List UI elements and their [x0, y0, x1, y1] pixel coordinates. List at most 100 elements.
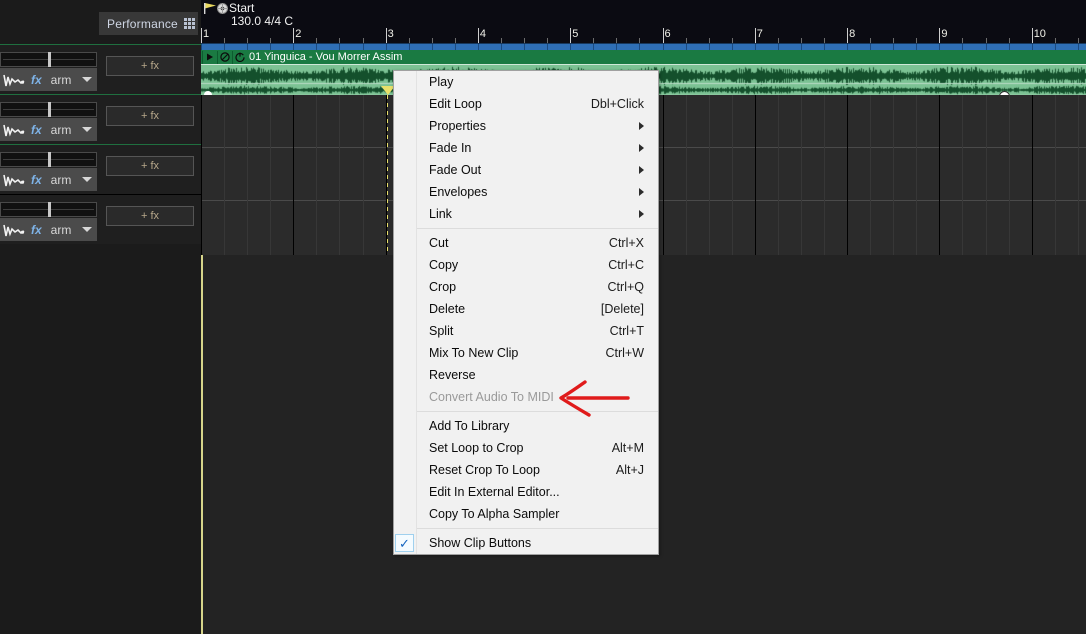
menu-item-shortcut: Ctrl+Q	[607, 280, 644, 294]
menu-item[interactable]: Cut Ctrl+X	[394, 232, 658, 254]
menu-item-shortcut: [Delete]	[600, 302, 644, 316]
add-fx-button[interactable]: + fx	[106, 156, 194, 176]
track-pan-slider[interactable]	[0, 52, 97, 67]
transport-meta[interactable]: 130.0 4/4 C	[231, 14, 293, 28]
menu-item[interactable]: Play	[394, 71, 658, 93]
menu-item[interactable]: Copy Ctrl+C	[394, 254, 658, 276]
menu-item-label: Fade In	[429, 141, 472, 155]
ruler-bar-number: 9	[941, 28, 948, 40]
grid-beat-line	[893, 95, 895, 255]
grid-icon	[183, 18, 195, 29]
clip-play-button[interactable]	[202, 50, 216, 64]
chevron-down-icon[interactable]	[82, 227, 93, 232]
timeline-ruler[interactable]: 1 2 3 4 5 6 7 8 9 10	[201, 28, 1086, 50]
menu-item-label: Cut	[429, 236, 449, 250]
menu-item[interactable]: Delete [Delete]	[394, 298, 658, 320]
chevron-down-icon[interactable]	[82, 77, 93, 82]
menu-item[interactable]: Reset Crop To Loop Alt+J	[394, 459, 658, 481]
gear-icon[interactable]	[217, 3, 228, 14]
menu-item-label: Link	[429, 207, 452, 221]
chevron-right-icon	[639, 210, 644, 218]
grid-beat-line	[339, 95, 341, 255]
menu-item[interactable]: Envelopes	[394, 181, 658, 203]
add-fx-label: + fx	[140, 210, 160, 222]
track-fx-label[interactable]: fx	[31, 223, 42, 237]
menu-item-shortcut: Ctrl+X	[608, 236, 644, 250]
menu-item[interactable]: Crop Ctrl+Q	[394, 276, 658, 298]
track-row[interactable]: fx arm + fx	[0, 194, 201, 244]
track-arm-button[interactable]: arm	[51, 173, 72, 187]
menu-item-label: Split	[429, 324, 454, 338]
chevron-down-icon[interactable]	[82, 127, 93, 132]
track-fx-label[interactable]: fx	[31, 123, 42, 137]
menu-item[interactable]: Edit In External Editor...	[394, 481, 658, 503]
track-row[interactable]: fx arm + fx	[0, 44, 201, 94]
track-controls: fx arm	[0, 218, 97, 241]
menu-item[interactable]: Fade Out	[394, 159, 658, 181]
tab-performance[interactable]: Performance	[99, 12, 198, 35]
menu-item-label: Fade Out	[429, 163, 482, 177]
loop-end-marker[interactable]	[387, 95, 388, 255]
chevron-right-icon	[639, 144, 644, 152]
waveform-icon[interactable]	[3, 172, 25, 188]
clip-mute-button[interactable]	[217, 50, 231, 64]
grid-beat-line	[1054, 95, 1056, 255]
track-fx-label[interactable]: fx	[31, 73, 42, 87]
menu-item[interactable]: Edit Loop Dbl+Click	[394, 93, 658, 115]
grid-beat-line	[824, 95, 826, 255]
grid-bar-line	[847, 95, 849, 255]
grid-beat-line	[224, 95, 226, 255]
menu-item[interactable]: Fade In	[394, 137, 658, 159]
add-fx-button[interactable]: + fx	[106, 106, 194, 126]
track-arm-button[interactable]: arm	[51, 123, 72, 137]
ruler-bar-tick	[293, 28, 295, 44]
menu-item[interactable]: Add To Library	[394, 415, 658, 437]
waveform-icon[interactable]	[3, 122, 25, 138]
ruler-bar-tick	[754, 28, 756, 44]
menu-item[interactable]: Reverse	[394, 364, 658, 386]
grid-beat-line	[916, 95, 918, 255]
clip-context-menu[interactable]: Play Edit Loop Dbl+Click Properties Fade In F…	[393, 70, 659, 555]
track-pan-slider[interactable]	[0, 202, 97, 217]
add-fx-button[interactable]: + fx	[106, 206, 194, 226]
menu-item[interactable]: Link	[394, 203, 658, 225]
marker-name[interactable]: Start	[229, 1, 254, 15]
menu-item[interactable]: Copy To Alpha Sampler	[394, 503, 658, 525]
grid-bar-line	[662, 95, 664, 255]
track-pan-slider[interactable]	[0, 102, 97, 117]
menu-item[interactable]: Mix To New Clip Ctrl+W	[394, 342, 658, 364]
track-fx-label[interactable]: fx	[31, 173, 42, 187]
lower-left-panel	[0, 252, 201, 634]
loop-region-bar[interactable]	[201, 43, 1086, 50]
menu-item-label: Mix To New Clip	[429, 346, 519, 360]
ruler-bar-number: 7	[756, 28, 763, 40]
tab-performance-label: Performance	[107, 16, 178, 31]
grid-beat-line	[777, 95, 779, 255]
add-fx-button[interactable]: + fx	[106, 56, 194, 76]
waveform-icon[interactable]	[3, 72, 25, 88]
ruler-bar-tick	[662, 28, 664, 44]
flag-icon[interactable]	[204, 3, 217, 14]
playhead[interactable]	[201, 255, 203, 634]
ruler-bar-number: 4	[479, 28, 487, 40]
track-arm-button[interactable]: arm	[51, 223, 72, 237]
menu-item-shortcut: Ctrl+T	[609, 324, 644, 338]
check-icon: ✓	[395, 534, 414, 552]
chevron-down-icon[interactable]	[82, 177, 93, 182]
waveform-icon[interactable]	[3, 222, 25, 238]
menu-item-label: Edit In External Editor...	[429, 485, 560, 499]
menu-item-label: Convert Audio To MIDI	[429, 390, 554, 404]
menu-item[interactable]: ✓ Show Clip Buttons	[394, 532, 658, 554]
menu-item[interactable]: Split Ctrl+T	[394, 320, 658, 342]
clip-loop-button[interactable]	[232, 50, 246, 64]
track-row[interactable]: fx arm + fx	[0, 144, 201, 194]
track-row[interactable]: fx arm + fx	[0, 94, 201, 144]
menu-item[interactable]: Set Loop to Crop Alt+M	[394, 437, 658, 459]
track-controls: fx arm	[0, 68, 97, 91]
menu-item-shortcut: Ctrl+C	[608, 258, 644, 272]
track-pan-slider[interactable]	[0, 152, 97, 167]
clip-header[interactable]: 01 Yinguica - Vou Morrer Assim	[201, 50, 1086, 64]
menu-item[interactable]: Properties	[394, 115, 658, 137]
tab-strip: Performance	[0, 0, 201, 45]
track-arm-button[interactable]: arm	[51, 73, 72, 87]
